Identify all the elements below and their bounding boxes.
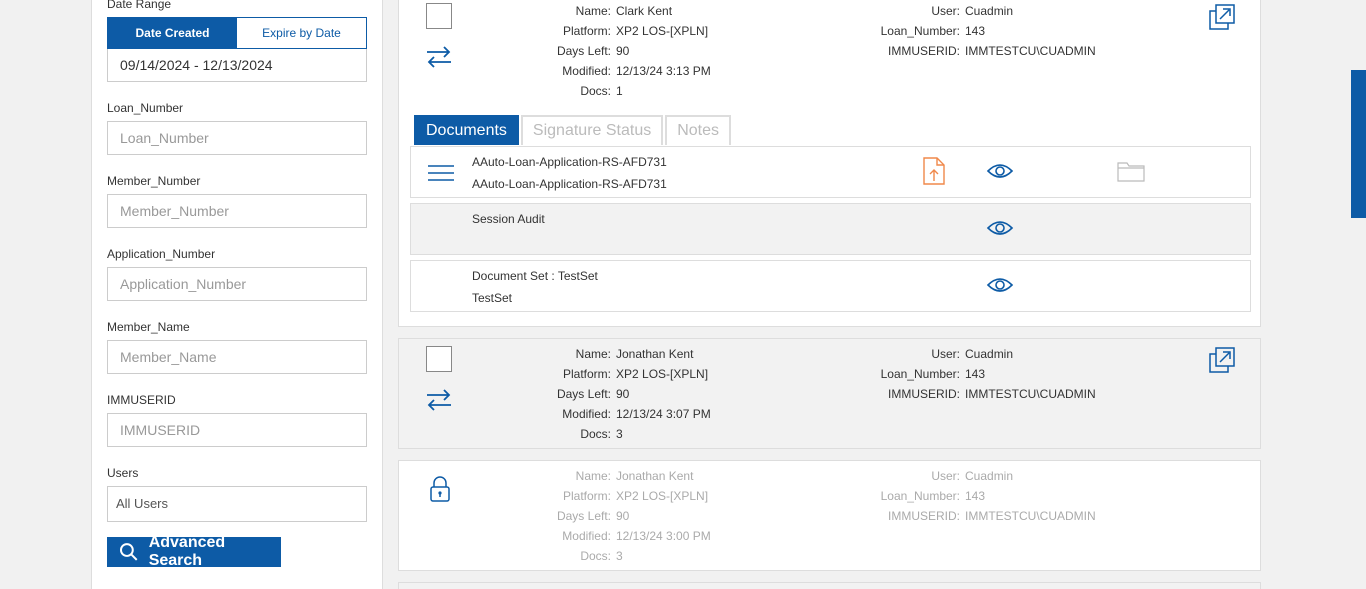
application-number-input[interactable] [107,267,367,301]
document-title: Session Audit [472,212,545,226]
view-eye-icon[interactable] [986,275,1014,295]
meta-immuserid: IMMUSERID: IMMTESTCU\CUADMIN [888,44,1096,58]
search-icon [119,543,138,561]
package-card-locked: Name: Jonathan Kent Platform: XP2 LOS-[XPL… [398,460,1261,571]
tab-documents[interactable]: Documents [414,115,519,145]
select-checkbox[interactable] [426,346,452,372]
document-row[interactable]: AAuto-Loan-Application-RS-AFD731 AAuto-L… [410,146,1251,198]
side-panel-tab[interactable] [1351,70,1366,218]
select-checkbox[interactable] [426,3,452,29]
meta-days-left: Days Left: 90 [556,387,630,401]
date-created-toggle[interactable]: Date Created [108,18,237,48]
loan-number-input[interactable] [107,121,367,155]
immuserid-label: IMMUSERID [107,393,176,407]
package-card: Name: Clark Kent Platform: XP2 LOS-[XPLN] … [398,0,1261,327]
loan-number-label: Loan_Number [107,101,184,115]
tab-signature-status[interactable]: Signature Status [520,115,664,145]
upload-file-icon[interactable] [923,157,945,185]
meta-loan-number: Loan_Number: 143 [880,367,986,381]
application-number-label: Application_Number [107,247,216,261]
package-card [398,582,1261,589]
meta-loan-number: Loan_Number: 143 [880,24,986,38]
view-eye-icon[interactable] [986,218,1014,238]
card-tabs: Documents Signature Status Notes [414,115,733,145]
meta-days-left: Days Left: 90 [556,44,630,58]
meta-docs: Docs: 1 [580,84,623,98]
meta-name: Name: Jonathan Kent [575,469,694,483]
date-mode-toggle: Date Created Expire by Date [107,17,367,49]
expire-by-date-toggle[interactable]: Expire by Date [237,18,366,48]
transfer-icon[interactable] [425,388,453,412]
open-external-icon[interactable] [1208,346,1236,374]
advanced-search-label: Advanced Search [148,534,226,569]
transfer-icon[interactable] [425,45,453,69]
document-set-row[interactable]: Document Set : TestSet TestSet [410,260,1251,312]
menu-icon[interactable] [428,164,454,182]
member-name-label: Member_Name [107,320,190,334]
date-range-input[interactable]: 09/14/2024 - 12/13/2024 [107,49,367,82]
folder-icon[interactable] [1117,160,1145,182]
meta-immuserid: IMMUSERID: IMMTESTCU\CUADMIN [888,387,1096,401]
search-sidebar: Date Range Date Created Expire by Date 0… [91,0,383,589]
lock-icon [430,476,450,502]
meta-modified: Modified: 12/13/24 3:07 PM [562,407,711,421]
meta-user: User: Cuadmin [931,4,1014,18]
member-number-label: Member_Number [107,174,201,188]
package-card: Name: Jonathan Kent Platform: XP2 LOS-[XPL… [398,338,1261,449]
meta-user: User: Cuadmin [931,347,1014,361]
meta-user: User: Cuadmin [931,469,1014,483]
document-subtitle: AAuto-Loan-Application-RS-AFD731 [472,177,667,191]
document-set-subtitle: TestSet [472,291,513,305]
immuserid-input[interactable] [107,413,367,447]
view-eye-icon[interactable] [986,161,1014,181]
meta-modified: Modified: 12/13/24 3:13 PM [562,64,711,78]
document-set-title: Document Set : TestSet [472,269,598,283]
meta-name: Name: Jonathan Kent [575,347,694,361]
meta-platform: Platform: XP2 LOS-[XPLN] [562,24,709,38]
member-number-input[interactable] [107,194,367,228]
document-row[interactable]: Session Audit [410,203,1251,255]
users-select[interactable]: All Users [107,486,367,522]
users-label: Users [107,466,139,480]
meta-name: Name: Clark Kent [575,4,673,18]
member-name-input[interactable] [107,340,367,374]
document-title: AAuto-Loan-Application-RS-AFD731 [472,155,667,169]
meta-platform: Platform: XP2 LOS-[XPLN] [562,489,709,503]
tab-notes[interactable]: Notes [665,115,732,145]
meta-days-left: Days Left: 90 [556,509,630,523]
date-range-label: Date Range [107,0,172,11]
meta-docs: Docs: 3 [580,549,623,563]
meta-docs: Docs: 3 [580,427,623,441]
open-external-icon[interactable] [1208,3,1236,31]
meta-platform: Platform: XP2 LOS-[XPLN] [562,367,709,381]
meta-loan-number: Loan_Number: 143 [880,489,986,503]
meta-immuserid: IMMUSERID: IMMTESTCU\CUADMIN [888,509,1096,523]
meta-modified: Modified: 12/13/24 3:00 PM [562,529,711,543]
advanced-search-button[interactable]: Advanced Search [107,534,281,569]
